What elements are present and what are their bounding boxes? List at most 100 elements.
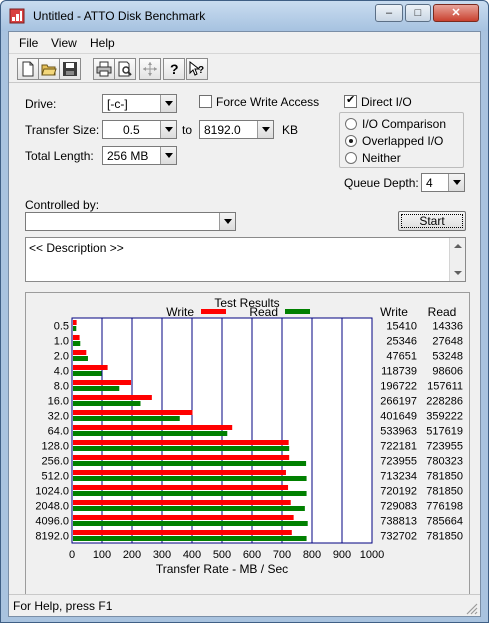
write-value: 729083	[380, 501, 417, 513]
force-write-label[interactable]: Force Write Access	[216, 95, 319, 109]
transfer-size-from-select[interactable]: 0.5	[102, 120, 177, 139]
y-tick-label: 512.0	[41, 471, 69, 483]
menu-view[interactable]: View	[51, 36, 77, 50]
y-tick-label: 2.0	[54, 351, 69, 363]
x-axis-title: Transfer Rate - MB / Sec	[156, 562, 288, 576]
y-tick-label: 256.0	[41, 456, 69, 468]
new-icon[interactable]	[17, 58, 39, 80]
kb-label: KB	[282, 123, 299, 137]
x-tick-label: 0	[69, 549, 75, 561]
context-help-icon[interactable]: ?	[186, 58, 208, 80]
y-tick-label: 4096.0	[35, 516, 69, 528]
app-window: Untitled - ATTO Disk Benchmark – □ ✕ Fil…	[0, 0, 489, 623]
write-bar	[73, 350, 87, 355]
start-button[interactable]: Start	[398, 211, 466, 231]
read-bar	[73, 461, 307, 466]
neither-radio[interactable]	[345, 152, 357, 164]
chevron-down-icon[interactable]	[257, 121, 273, 138]
direct-io-label[interactable]: Direct I/O	[361, 95, 412, 109]
description-text: << Description >>	[29, 241, 124, 255]
controlled-by-label: Controlled by:	[25, 198, 100, 212]
write-value: 713234	[380, 471, 417, 483]
read-value: 781850	[426, 486, 463, 498]
write-bar	[73, 335, 80, 340]
io-comparison-radio[interactable]	[345, 118, 357, 130]
y-tick-label: 8.0	[54, 381, 69, 393]
menu-file[interactable]: File	[19, 36, 38, 50]
help-icon[interactable]: ?	[163, 58, 185, 80]
print-preview-icon[interactable]	[114, 58, 136, 80]
y-tick-label: 2048.0	[35, 501, 69, 513]
y-tick-label: 1024.0	[35, 486, 69, 498]
svg-text:?: ?	[198, 65, 204, 76]
io-comparison-label[interactable]: I/O Comparison	[362, 117, 446, 131]
transfer-size-to-select[interactable]: 8192.0	[199, 120, 274, 139]
chevron-down-icon[interactable]	[160, 147, 176, 164]
read-bar	[73, 416, 180, 421]
scroll-up-icon[interactable]	[450, 238, 466, 254]
read-value: 14336	[432, 321, 463, 333]
read-bar	[73, 446, 290, 451]
y-tick-label: 128.0	[41, 441, 69, 453]
write-value: 266197	[380, 396, 417, 408]
resize-grip-icon[interactable]	[466, 603, 478, 615]
read-bar	[73, 371, 102, 376]
read-value: 785664	[426, 516, 463, 528]
force-write-checkbox[interactable]	[199, 95, 212, 108]
y-tick-label: 16.0	[48, 396, 69, 408]
overlapped-io-radio[interactable]	[345, 135, 357, 147]
write-value: 533963	[380, 426, 417, 438]
chevron-down-icon[interactable]	[160, 95, 176, 112]
legend-write-swatch	[201, 309, 226, 314]
legend-read-label: Read	[249, 305, 278, 319]
y-tick-label: 1.0	[54, 336, 69, 348]
queue-depth-select[interactable]: 4	[421, 173, 465, 192]
direct-io-checkbox[interactable]	[344, 93, 357, 108]
write-bar	[73, 320, 77, 325]
write-value: 196722	[380, 381, 417, 393]
drive-select[interactable]: [-c-]	[102, 94, 177, 113]
scroll-down-icon[interactable]	[450, 265, 466, 281]
legend-read-swatch	[285, 309, 310, 314]
move-icon[interactable]	[139, 58, 161, 80]
write-value: 118739	[381, 366, 417, 378]
x-tick-label: 200	[123, 549, 141, 561]
write-bar	[73, 395, 152, 400]
write-bar	[73, 380, 132, 385]
read-bar	[73, 536, 307, 541]
print-icon[interactable]	[93, 58, 115, 80]
neither-label[interactable]: Neither	[362, 151, 401, 165]
to-label: to	[182, 123, 193, 137]
description-scrollbar[interactable]	[449, 238, 465, 281]
menu-bar: File View Help	[9, 32, 480, 54]
description-box[interactable]: << Description >>	[25, 237, 466, 282]
minimize-button[interactable]: –	[375, 4, 403, 22]
column-header-read: Read	[428, 305, 457, 319]
column-header-write: Write	[380, 305, 408, 319]
overlapped-io-label[interactable]: Overlapped I/O	[362, 134, 443, 148]
chevron-down-icon[interactable]	[160, 121, 176, 138]
chevron-down-icon[interactable]	[448, 174, 464, 191]
total-length-label: Total Length:	[25, 149, 94, 163]
y-tick-label: 8192.0	[35, 531, 69, 543]
read-bar	[73, 341, 81, 346]
chevron-down-icon[interactable]	[219, 213, 235, 230]
title-bar[interactable]: Untitled - ATTO Disk Benchmark – □ ✕	[1, 1, 488, 31]
maximize-button[interactable]: □	[405, 4, 431, 22]
write-value: 732702	[380, 531, 417, 543]
menu-help[interactable]: Help	[90, 36, 115, 50]
write-bar	[73, 515, 294, 520]
read-value: 53248	[432, 351, 463, 363]
y-tick-label: 0.5	[54, 321, 69, 333]
open-icon[interactable]	[38, 58, 60, 80]
close-button[interactable]: ✕	[433, 4, 479, 22]
write-value: 401649	[380, 411, 417, 423]
controlled-by-select[interactable]	[25, 212, 236, 231]
read-value: 781850	[426, 471, 463, 483]
write-value: 25346	[386, 336, 417, 348]
read-value: 228286	[426, 396, 463, 408]
save-icon[interactable]	[59, 58, 81, 80]
read-bar	[73, 476, 307, 481]
total-length-select[interactable]: 256 MB	[102, 146, 177, 165]
read-value: 517619	[426, 426, 463, 438]
